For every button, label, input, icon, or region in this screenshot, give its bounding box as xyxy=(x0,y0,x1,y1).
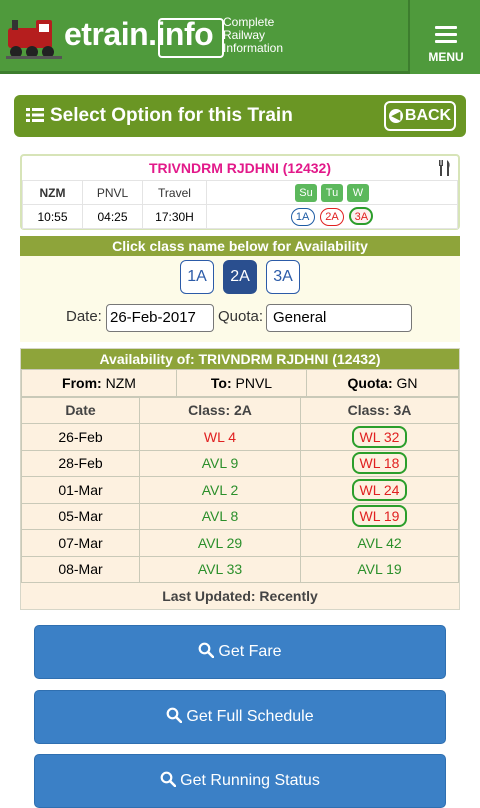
logo-text: etrain.info xyxy=(64,16,214,52)
date-cell: 05-Mar xyxy=(21,502,140,530)
table-row: 01-Mar AVL 2 WL 24 xyxy=(21,476,459,504)
quota-label: Quota: xyxy=(347,374,393,391)
to-label: To: xyxy=(210,374,232,391)
table-row: 05-Mar AVL 8 WL 19 xyxy=(21,502,459,530)
status-2a[interactable]: AVL 9 xyxy=(139,449,301,477)
status-2a[interactable]: AVL 33 xyxy=(139,555,301,583)
train-name[interactable]: TRIVNDRM RJDHNI (12432) xyxy=(22,160,458,176)
table-row: 08-Mar AVL 33 AVL 19 xyxy=(21,555,459,583)
get-fare-label: Get Fare xyxy=(218,643,282,660)
status-3a[interactable]: AVL 42 xyxy=(300,529,459,557)
site-logo[interactable]: etrain.info xyxy=(6,10,224,62)
quota-label: Quota: xyxy=(218,308,264,325)
travel-time: 17:30H xyxy=(142,204,207,229)
date-cell: 07-Mar xyxy=(21,529,140,557)
back-button[interactable]: ◀ BACK xyxy=(384,101,456,131)
train-timing-table: NZM PNVL Travel Su Tu W 10:55 04:25 17:30H… xyxy=(22,180,458,229)
table-row: 07-Mar AVL 29 AVL 42 xyxy=(21,529,459,557)
status-2a[interactable]: AVL 29 xyxy=(139,529,301,557)
date-cell: 26-Feb xyxy=(21,423,140,451)
date-cell: 28-Feb xyxy=(21,449,140,477)
class-button-3a[interactable]: 3A xyxy=(266,260,300,294)
search-icon xyxy=(160,771,177,787)
pantry-icon xyxy=(439,160,450,176)
site-header: etrain.info Complete Railway Information… xyxy=(0,0,480,74)
to-value: PNVL xyxy=(235,374,273,391)
status-3a-cell: WL 32 xyxy=(300,423,459,451)
class-pill[interactable]: 1A xyxy=(290,208,315,226)
status-3a[interactable]: WL 19 xyxy=(351,505,408,528)
quota-field[interactable]: General xyxy=(266,304,412,332)
availability-table: From: NZM To: PNVL Quota: GN xyxy=(21,369,459,397)
column-header: Date xyxy=(21,396,140,424)
from-cell: From: NZM xyxy=(21,369,177,397)
status-2a[interactable]: AVL 2 xyxy=(139,476,301,504)
arrival-time: 04:25 xyxy=(82,204,143,229)
option-bar: Select Option for this Train ◀ BACK xyxy=(14,95,466,137)
status-3a-cell: WL 18 xyxy=(300,449,459,477)
status-2a[interactable]: WL 4 xyxy=(139,423,301,451)
class-panel: 1A 2A 3A Date: 26-Feb-2017 Quota: Genera… xyxy=(20,256,460,342)
from-station-code: NZM xyxy=(22,180,83,205)
status-3a-cell: WL 24 xyxy=(300,476,459,504)
from-value: NZM xyxy=(105,374,136,391)
last-updated: Last Updated: Recently xyxy=(162,588,318,604)
day-badge: Su xyxy=(295,183,317,202)
quota-value: GN xyxy=(396,374,418,391)
availability-grid: Date Class: 2A Class: 3A 26-Feb WL 4 WL … xyxy=(21,396,459,584)
availability-title: Availability of: TRIVNDRM RJDHNI (12432) xyxy=(21,349,459,369)
train-logo-icon xyxy=(6,20,62,59)
quota-cell: Quota: GN xyxy=(306,369,459,397)
day-badge: W xyxy=(347,183,369,202)
menu-button[interactable]: MENU xyxy=(408,0,480,74)
search-icon xyxy=(167,707,183,723)
back-label: BACK xyxy=(404,107,452,124)
class-button-2a[interactable]: 2A xyxy=(223,260,257,294)
option-bar-label: Select Option for this Train xyxy=(50,105,293,126)
get-fare-button[interactable]: Get Fare xyxy=(34,625,446,679)
table-row: 28-Feb AVL 9 WL 18 xyxy=(21,449,459,477)
departure-time: 10:55 xyxy=(22,204,83,229)
to-station-code: PNVL xyxy=(82,180,143,205)
class-pills: 1A 2A 3A xyxy=(206,204,458,229)
status-3a[interactable]: WL 32 xyxy=(351,425,408,448)
travel-label: Travel xyxy=(142,180,207,205)
back-arrow-icon: ◀ xyxy=(388,109,403,123)
status-2a[interactable]: AVL 8 xyxy=(139,502,301,530)
date-cell: 01-Mar xyxy=(21,476,140,504)
availability-panel: Availability of: TRIVNDRM RJDHNI (12432)… xyxy=(20,348,460,610)
get-full-schedule-button[interactable]: Get Full Schedule xyxy=(34,690,446,744)
day-badge: Tu xyxy=(321,183,343,202)
date-cell: 08-Mar xyxy=(21,555,140,583)
class-pill[interactable]: 3A xyxy=(349,207,374,225)
class-prompt: Click class name below for Availability xyxy=(20,236,460,256)
train-info-box: TRIVNDRM RJDHNI (12432) NZM PNVL Travel … xyxy=(20,154,460,230)
status-3a[interactable]: WL 24 xyxy=(351,478,408,501)
status-3a[interactable]: AVL 19 xyxy=(300,555,459,583)
class-pill[interactable]: 2A xyxy=(320,208,344,226)
date-label: Date: xyxy=(66,308,102,325)
list-icon xyxy=(26,108,44,122)
date-field[interactable]: 26-Feb-2017 xyxy=(106,304,214,332)
get-running-status-label: Get Running Status xyxy=(180,772,320,789)
get-full-schedule-label: Get Full Schedule xyxy=(186,708,314,725)
column-header: Class: 3A xyxy=(300,396,459,424)
status-3a-cell: WL 19 xyxy=(300,502,459,530)
tagline-line: Information xyxy=(223,41,284,55)
from-label: From: xyxy=(62,374,102,391)
run-days: Su Tu W xyxy=(206,180,458,205)
option-bar-title: Select Option for this Train xyxy=(26,105,293,127)
column-header: Class: 2A xyxy=(139,396,301,424)
status-3a[interactable]: WL 18 xyxy=(351,452,408,475)
menu-label: MENU xyxy=(428,50,464,64)
class-button-1a[interactable]: 1A xyxy=(180,260,214,294)
search-icon xyxy=(199,642,215,658)
tagline: Complete Railway Information xyxy=(223,16,283,55)
to-cell: To: PNVL xyxy=(176,369,307,397)
hamburger-icon xyxy=(435,26,457,47)
table-row: 26-Feb WL 4 WL 32 xyxy=(21,423,459,451)
